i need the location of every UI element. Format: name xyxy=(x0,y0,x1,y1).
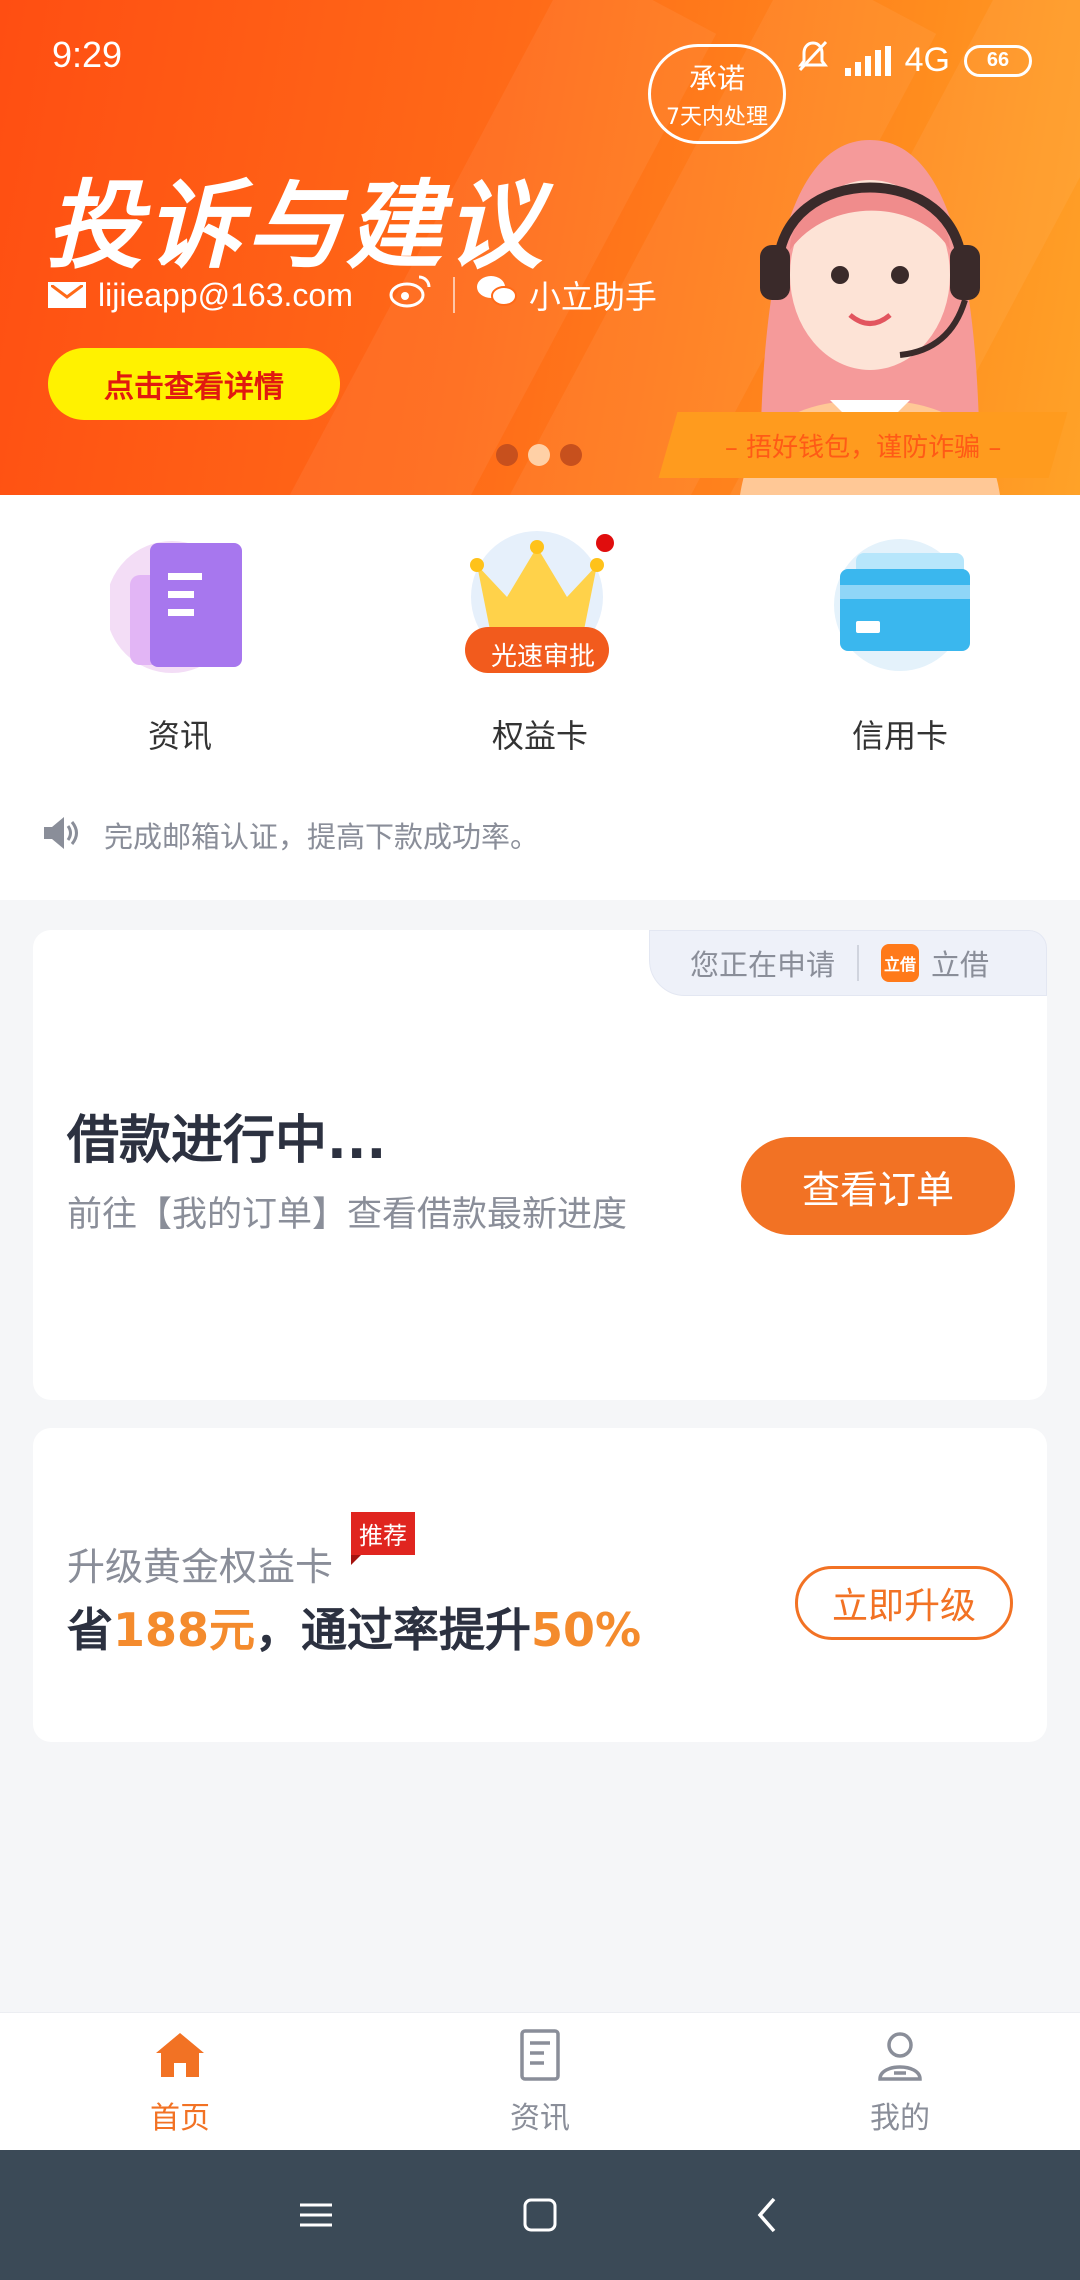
banner-title: 投诉与建议 xyxy=(46,170,546,282)
benefit-mid: ，通过率提升 xyxy=(255,1603,532,1657)
upgrade-title: 升级黄金权益卡 xyxy=(67,1545,334,1589)
app-logo-icon: 立借 xyxy=(881,944,920,982)
view-order-button[interactable]: 查看订单 xyxy=(741,1137,1015,1235)
applying-tag: 您正在申请 立借 立借 xyxy=(649,930,1047,996)
document-icon xyxy=(512,2027,568,2083)
upgrade-card: 升级黄金权益卡 推荐 省188元，通过率提升50% 立即升级 xyxy=(33,1428,1047,1742)
signal-icon xyxy=(844,45,891,76)
quick-item-label: 资讯 xyxy=(147,717,212,755)
tab-label: 资讯 xyxy=(510,2101,570,2136)
divider xyxy=(452,277,455,313)
banner-email: lijieapp@163.com xyxy=(98,276,353,313)
approval-rate: 50% xyxy=(531,1603,642,1657)
carousel-dot xyxy=(496,444,518,466)
home-icon xyxy=(152,2027,208,2083)
benefit-prefix: 省 xyxy=(67,1603,113,1657)
speaker-icon xyxy=(40,813,80,857)
user-icon xyxy=(872,2027,928,2083)
divider xyxy=(857,945,860,981)
quick-item-membership-card[interactable]: 光速审批 权益卡 xyxy=(440,531,640,757)
quick-item-news[interactable]: 资讯 xyxy=(80,535,280,757)
quick-item-label: 权益卡 xyxy=(491,717,588,755)
loan-status-title: 借款进行中... xyxy=(67,1111,387,1171)
credit-card-icon xyxy=(830,535,970,675)
tab-label: 首页 xyxy=(150,2101,210,2136)
tab-home[interactable]: 首页 xyxy=(80,2027,280,2137)
banner-details-button[interactable]: 点击查看详情 xyxy=(48,348,340,420)
carousel-dot xyxy=(560,444,582,466)
home-square-icon[interactable] xyxy=(510,2185,570,2245)
mail-icon xyxy=(48,282,86,308)
weibo-icon xyxy=(389,273,433,317)
bottom-tab-bar: 首页 资讯 我的 xyxy=(0,2012,1080,2150)
quick-menu: 资讯 光速审批 权益卡 信用卡 完成邮箱认证，提高下款成功率。 xyxy=(0,495,1080,900)
quick-item-credit-card[interactable]: 信用卡 xyxy=(800,535,1000,757)
news-icon xyxy=(106,535,250,675)
loan-status-subtitle: 前往【我的订单】查看借款最新进度 xyxy=(67,1195,628,1235)
slogan-text: – 捂好钱包，谨防诈骗 – xyxy=(724,432,1002,463)
slogan-ribbon: – 捂好钱包，谨防诈骗 – xyxy=(658,412,1068,478)
tab-mine[interactable]: 我的 xyxy=(800,2027,1000,2137)
loan-status-card: 您正在申请 立借 立借 借款进行中... 前往【我的订单】查看借款最新进度 查看… xyxy=(33,930,1047,1400)
upgrade-now-button[interactable]: 立即升级 xyxy=(795,1566,1013,1640)
quick-item-label: 信用卡 xyxy=(851,717,948,755)
save-amount: 188元 xyxy=(113,1603,256,1657)
notice-text: 完成邮箱认证，提高下款成功率。 xyxy=(104,820,540,854)
tab-news[interactable]: 资讯 xyxy=(440,2027,640,2137)
battery-icon: 66 xyxy=(964,44,1032,77)
notice-bar[interactable]: 完成邮箱认证，提高下款成功率。 xyxy=(40,813,539,857)
status-bar: 9:29 4G 66 xyxy=(52,34,1032,84)
mute-bell-icon xyxy=(795,38,831,83)
bubble-line1: 承诺 xyxy=(688,62,745,95)
back-icon[interactable] xyxy=(738,2185,798,2245)
applying-label: 您正在申请 xyxy=(690,948,836,982)
carousel-dot-active xyxy=(528,444,550,466)
crown-icon: 光速审批 xyxy=(465,531,614,675)
fast-approval-badge: 光速审批 xyxy=(490,642,595,672)
app-name: 立借 xyxy=(931,948,990,982)
banner-wechat: 小立助手 xyxy=(528,279,657,315)
wechat-icon xyxy=(475,273,519,317)
recommend-badge: 推荐 xyxy=(351,1512,415,1565)
carousel-indicator xyxy=(496,444,582,466)
network-type: 4G xyxy=(904,41,950,79)
status-time: 9:29 xyxy=(52,34,123,75)
banner-contact: lijieapp@163.com 小立助手 xyxy=(48,272,657,318)
tab-label: 我的 xyxy=(870,2101,930,2136)
menu-icon[interactable] xyxy=(286,2185,346,2245)
promo-banner[interactable]: 9:29 4G 66 投诉与建议 lijieapp@163.com 小立助手 点… xyxy=(0,0,1080,495)
upgrade-benefit: 省188元，通过率提升50% xyxy=(67,1594,641,1660)
system-nav-bar xyxy=(0,2150,1080,2280)
